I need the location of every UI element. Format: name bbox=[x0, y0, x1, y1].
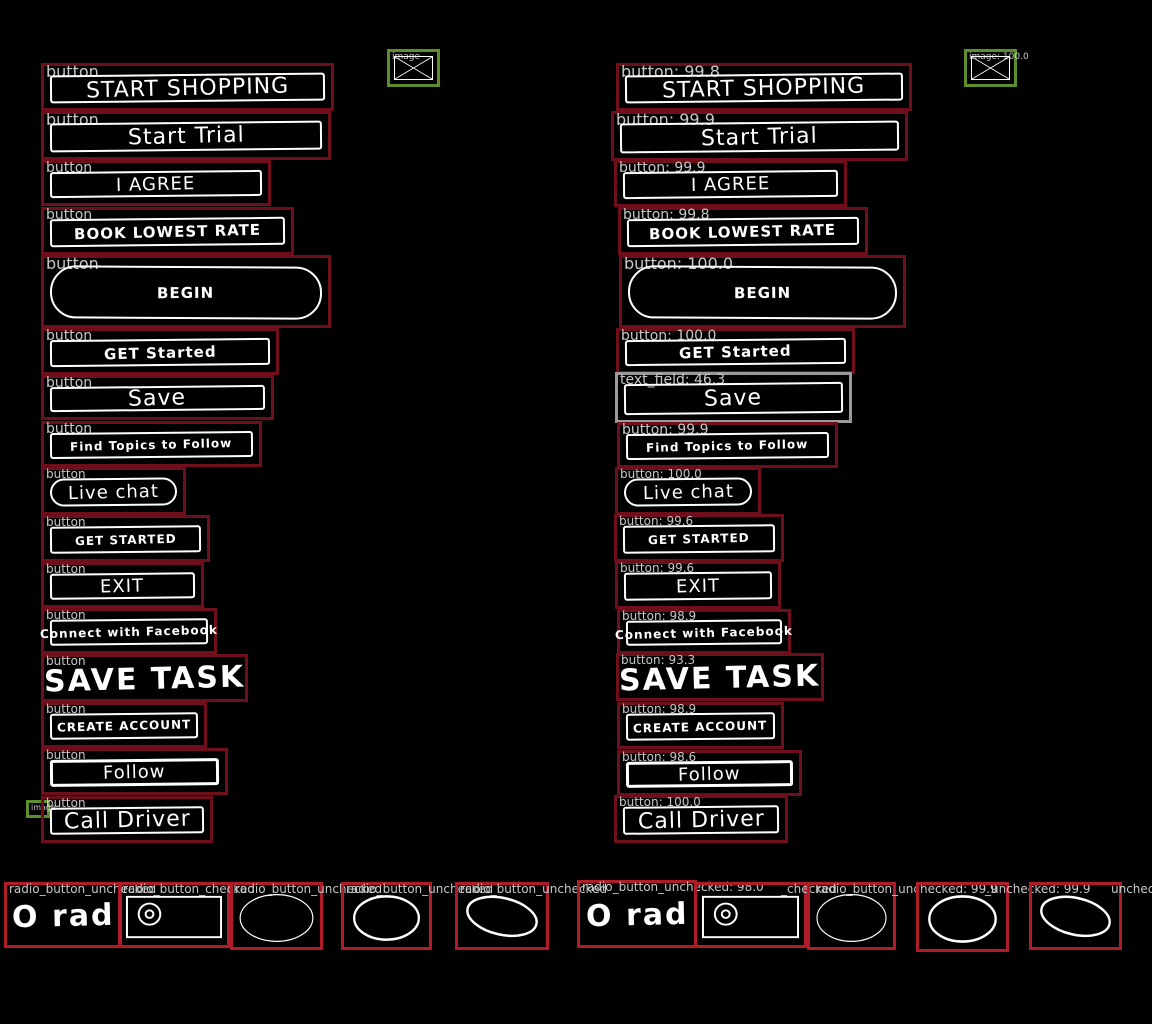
button-text: EXIT bbox=[675, 574, 721, 598]
button-text: Connect with Facebook bbox=[39, 622, 219, 642]
i-agree-button[interactable]: button I AGREE bbox=[41, 160, 271, 206]
image-placeholder: image bbox=[387, 49, 440, 87]
button-text: I AGREE bbox=[116, 172, 196, 196]
button-text: GET Started bbox=[103, 342, 217, 363]
radio-button-checked[interactable]: _checked bbox=[694, 882, 837, 948]
button-text: CREATE ACCOUNT bbox=[633, 717, 768, 736]
save-button[interactable]: button Save bbox=[41, 375, 274, 420]
button-text: EXIT bbox=[100, 574, 145, 598]
follow-button[interactable]: button Follow bbox=[41, 748, 228, 795]
button-text: START SHOPPING bbox=[85, 73, 290, 103]
button-text: GET STARTED bbox=[74, 531, 177, 548]
button-text: Find Topics to Follow bbox=[646, 437, 809, 455]
button-text: Start Trial bbox=[700, 123, 819, 151]
button-text: START SHOPPING bbox=[662, 73, 866, 103]
start-shopping-button[interactable]: button START SHOPPING bbox=[41, 63, 334, 111]
button-text: Call Driver bbox=[637, 805, 765, 835]
exit-button[interactable]: button EXIT bbox=[41, 562, 204, 608]
radio-text: O rad bbox=[585, 896, 689, 934]
button-text: Connect with Facebook bbox=[614, 623, 794, 642]
book-lowest-rate-button[interactable]: button: 99.8 BOOK LOWEST RATE bbox=[618, 207, 868, 255]
button-text: GET STARTED bbox=[648, 530, 750, 548]
button-text: Follow bbox=[678, 762, 741, 786]
begin-button[interactable]: button BEGIN bbox=[41, 255, 331, 328]
radio-button-unchecked[interactable]: radio_button_unchecked bbox=[230, 882, 382, 950]
detection-label: unchecked bbox=[1111, 882, 1152, 896]
create-account-button[interactable]: button: 98.9 CREATE ACCOUNT bbox=[617, 702, 784, 749]
radio-unchecked-icon bbox=[348, 893, 425, 943]
save-task-button[interactable]: button: 93.3 SAVE TASK bbox=[616, 653, 824, 701]
button-text: BOOK LOWEST RATE bbox=[73, 220, 262, 244]
button-text: SAVE TASK bbox=[619, 658, 821, 698]
prediction-panel: image: 100.0 button: 99.8 START SHOPPING… bbox=[576, 0, 1152, 1024]
start-trial-button[interactable]: button Start Trial bbox=[41, 111, 331, 160]
get-started-caps-button[interactable]: button: 99.6 GET STARTED bbox=[614, 514, 784, 562]
radio-button-unchecked[interactable]: radio_button_unchecked bbox=[341, 882, 493, 950]
find-topics-button[interactable]: button Find Topics to Follow bbox=[41, 421, 262, 467]
radio-unchecked-icon bbox=[1036, 893, 1115, 943]
radio-button-unchecked[interactable]: radio_button_unchecked: 98.0 O rad bbox=[577, 880, 764, 948]
button-text: I AGREE bbox=[690, 173, 771, 196]
get-started-button[interactable]: button: 100.0 GET Started bbox=[616, 328, 855, 374]
follow-button[interactable]: button: 98.6 Follow bbox=[617, 750, 802, 796]
connect-facebook-button[interactable]: button Connect with Facebook bbox=[39, 608, 219, 654]
get-started-button[interactable]: button GET Started bbox=[41, 328, 279, 375]
text-field-value: Save bbox=[704, 385, 763, 412]
save-task-button[interactable]: button SAVE TASK bbox=[41, 654, 248, 702]
image-icon bbox=[971, 56, 1010, 80]
button-text: GET Started bbox=[679, 341, 792, 363]
radio-unchecked-icon bbox=[814, 893, 889, 943]
radio-button-checked[interactable]: radio_button_checked bbox=[118, 882, 255, 948]
exit-button[interactable]: button: 99.6 EXIT bbox=[615, 561, 781, 609]
start-trial-button[interactable]: button: 99.9 Start Trial bbox=[611, 111, 908, 161]
get-started-caps-button[interactable]: button GET STARTED bbox=[41, 515, 210, 562]
radio-button-unchecked[interactable]: radio_button_unchecked bbox=[455, 882, 607, 950]
live-chat-button[interactable]: button Live chat bbox=[41, 467, 186, 515]
start-shopping-button[interactable]: button: 99.8 START SHOPPING bbox=[616, 63, 912, 111]
radio-unchecked-icon bbox=[237, 893, 316, 943]
button-text: BEGIN bbox=[733, 283, 792, 302]
call-driver-button[interactable]: button: 100.0 Call Driver bbox=[614, 795, 788, 843]
radio-checked-icon bbox=[701, 893, 800, 941]
find-topics-button[interactable]: button: 99.9 Find Topics to Follow bbox=[617, 422, 838, 468]
live-chat-button[interactable]: button: 100.0 Live chat bbox=[615, 467, 761, 515]
call-driver-button[interactable]: button Call Driver bbox=[41, 796, 213, 843]
begin-button[interactable]: button: 100.0 BEGIN bbox=[619, 255, 906, 328]
radio-unchecked-icon bbox=[923, 893, 1002, 945]
book-lowest-rate-button[interactable]: button BOOK LOWEST RATE bbox=[41, 207, 294, 255]
button-text: SAVE TASK bbox=[43, 659, 246, 699]
button-text: BEGIN bbox=[157, 283, 215, 302]
save-text-field[interactable]: text_field: 46.3 Save bbox=[615, 372, 852, 423]
button-text: CREATE ACCOUNT bbox=[56, 717, 192, 735]
radio-button-unchecked[interactable]: _unchecked: 99.9 bbox=[916, 882, 1091, 952]
connect-facebook-button[interactable]: button: 98.9 Connect with Facebook bbox=[614, 609, 794, 654]
radio-text: O rad bbox=[11, 897, 115, 935]
image-icon bbox=[394, 56, 433, 80]
radio-checked-icon bbox=[125, 893, 223, 941]
radio-button-unchecked[interactable]: radio_button_unchecked: 99.9 bbox=[807, 882, 998, 950]
button-text: Live chat bbox=[642, 480, 734, 504]
button-text: Live chat bbox=[67, 480, 160, 504]
image-placeholder: image: 100.0 bbox=[964, 49, 1029, 87]
radio-button-unchecked[interactable]: unchecked bbox=[1029, 882, 1152, 950]
ground-truth-panel: image button START SHOPPING button Start… bbox=[0, 0, 607, 1024]
i-agree-button[interactable]: button: 99.9 I AGREE bbox=[614, 160, 847, 207]
button-text: BOOK LOWEST RATE bbox=[649, 220, 837, 244]
radio-button-unchecked[interactable]: radio_button_unchecked O rad bbox=[4, 882, 156, 948]
button-text: Call Driver bbox=[63, 806, 191, 835]
radio-unchecked-icon bbox=[462, 893, 542, 943]
create-account-button[interactable]: button CREATE ACCOUNT bbox=[41, 702, 207, 748]
button-text: Find Topics to Follow bbox=[70, 436, 233, 454]
button-text: Save bbox=[128, 385, 187, 412]
button-text: Follow bbox=[103, 761, 166, 784]
button-text: Start Trial bbox=[127, 122, 245, 151]
